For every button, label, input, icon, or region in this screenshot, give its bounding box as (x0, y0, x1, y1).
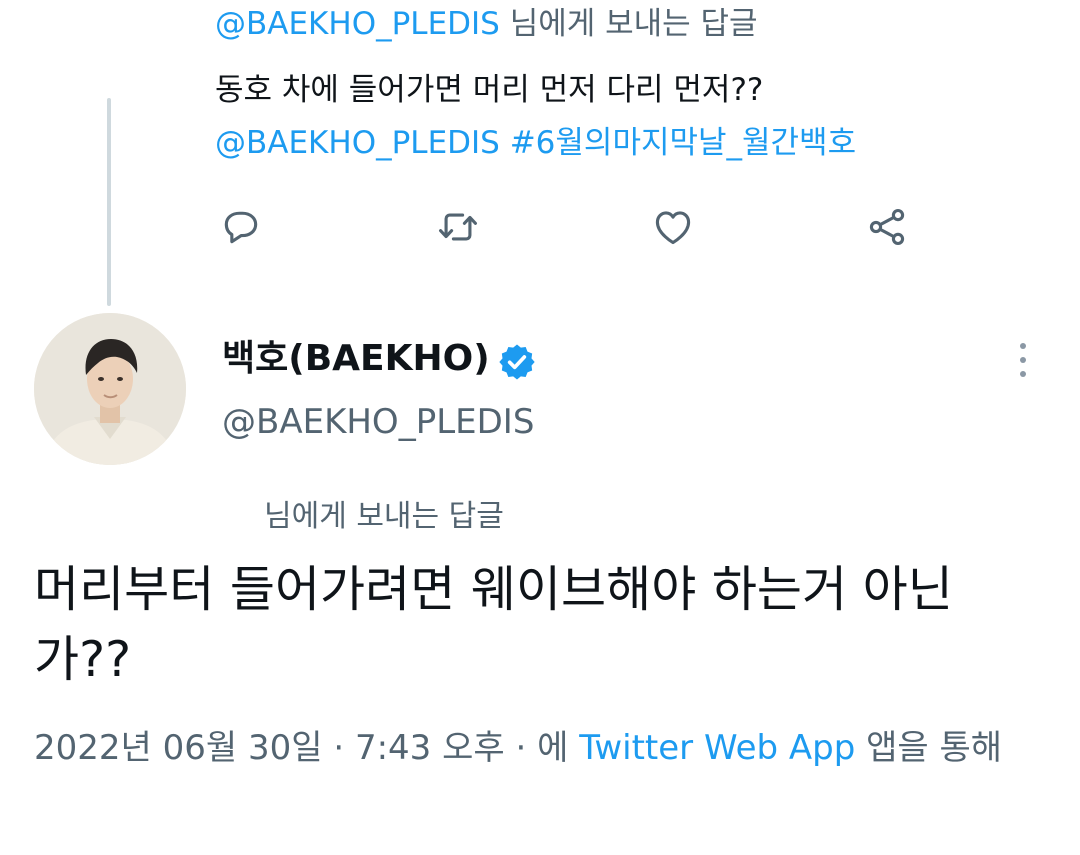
parent-tweet-text: 동호 차에 들어가면 머리 먼저 다리 먼저?? (215, 72, 764, 108)
profile-photo (34, 313, 186, 465)
more-options-icon[interactable] (1010, 340, 1036, 380)
parent-reply-to-handle-link[interactable]: @BAEKHO_PLEDIS (215, 6, 500, 42)
reply-button[interactable] (216, 202, 266, 252)
parent-reply-to-suffix: 님에게 보내는 답글 (499, 6, 758, 42)
share-button[interactable] (862, 202, 912, 252)
like-button[interactable] (648, 202, 698, 252)
via-suffix: 앱을 통해 (855, 728, 1003, 768)
parent-hashtag-link[interactable]: #6월의마지막날_월간백호 (510, 125, 856, 161)
like-icon (655, 211, 691, 245)
retweet-button[interactable] (433, 202, 483, 252)
via-prefix: 에 (537, 728, 580, 768)
source-app-link[interactable]: Twitter Web App (579, 728, 855, 768)
parent-tweet-tags: @BAEKHO_PLEDIS #6월의마지막날_월간백호 (215, 121, 856, 165)
tweet-date[interactable]: 2022년 06월 30일 (34, 728, 323, 768)
display-name[interactable]: 백호(BAEKHO) (222, 334, 490, 384)
parent-mention-link[interactable]: @BAEKHO_PLEDIS (215, 125, 500, 161)
verified-badge-icon (499, 344, 535, 380)
parent-reply-context: @BAEKHO_PLEDIS 님에게 보내는 답글 (215, 2, 758, 46)
retweet-icon (439, 213, 477, 241)
user-handle[interactable]: @BAEKHO_PLEDIS (222, 398, 534, 446)
tweet-metadata: 2022년 06월 30일 · 7:43 오후 · 에 Twitter Web … (34, 720, 1044, 776)
share-icon (869, 208, 905, 246)
tweet-time[interactable]: 7:43 오후 (355, 728, 505, 768)
meta-separator: · (322, 728, 355, 768)
meta-separator: · (504, 728, 538, 768)
reply-icon (224, 211, 258, 244)
tweet-text: 머리부터 들어가려면 웨이브해야 하는거 아닌가?? (34, 561, 953, 688)
reply-context: 님에게 보내는 답글 (264, 499, 504, 534)
avatar[interactable] (34, 313, 186, 465)
thread-line (107, 98, 111, 306)
